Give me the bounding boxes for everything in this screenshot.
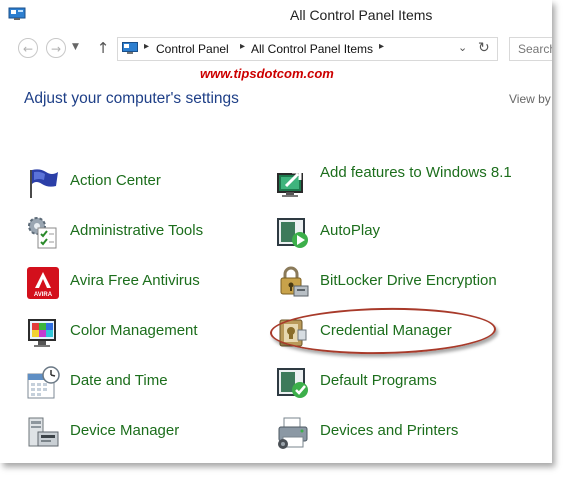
page-title: Adjust your computer's settings <box>24 90 239 107</box>
bitlocker-icon <box>280 266 309 297</box>
refresh-icon[interactable]: ↻ <box>478 40 494 56</box>
item-label: BitLocker Drive Encryption <box>320 272 497 289</box>
calendar-clock-icon <box>27 366 60 399</box>
item-autoplay[interactable]: AutoPlay <box>276 216 516 256</box>
window-title: All Control Panel Items <box>290 7 433 23</box>
printer-icon <box>278 417 308 449</box>
svg-text:AVIRA: AVIRA <box>34 292 53 298</box>
address-bar[interactable]: ▸ Control Panel ▸ All Control Panel Item… <box>117 37 498 61</box>
color-management-icon <box>28 319 56 347</box>
breadcrumb-control-panel[interactable]: Control Panel <box>156 42 229 56</box>
admin-tools-icon <box>28 217 57 249</box>
item-administrative-tools[interactable]: Administrative Tools <box>26 216 246 256</box>
item-label: Add features to Windows 8.1 <box>320 164 512 181</box>
item-label: Action Center <box>70 172 161 189</box>
item-label: Color Management <box>70 322 198 339</box>
item-device-manager[interactable]: Device Manager <box>26 416 246 456</box>
control-panel-window: All Control Panel Items ← → ▼ ↑ ▸ Contro… <box>0 0 552 463</box>
autoplay-icon <box>277 218 308 248</box>
chevron-right-icon[interactable]: ▸ <box>144 41 149 52</box>
item-devices-and-printers[interactable]: Devices and Printers <box>276 416 516 456</box>
item-color-management[interactable]: Color Management <box>26 316 246 356</box>
address-row: ← → ▼ ↑ ▸ Control Panel ▸ All Control Pa… <box>0 34 552 64</box>
item-label: Device Manager <box>70 422 180 439</box>
item-label: AutoPlay <box>320 222 381 239</box>
add-features-icon <box>277 170 303 197</box>
view-by-label[interactable]: View by <box>509 92 551 106</box>
item-label: Avira Free Antivirus <box>70 272 200 289</box>
item-label: Administrative Tools <box>70 222 204 239</box>
control-panel-icon <box>8 7 26 20</box>
avira-icon: AVIRA <box>27 267 59 299</box>
flag-icon <box>30 169 58 198</box>
back-button[interactable]: ← <box>18 38 38 58</box>
forward-button[interactable]: → <box>46 38 66 58</box>
item-default-programs[interactable]: Default Programs <box>276 366 516 406</box>
item-date-and-time[interactable]: Date and Time <box>26 366 246 406</box>
control-panel-small-icon <box>122 42 138 54</box>
up-button[interactable]: ↑ <box>96 38 110 58</box>
device-manager-icon <box>28 417 59 447</box>
chevron-right-icon[interactable]: ▸ <box>379 41 384 52</box>
breadcrumb-all-items[interactable]: All Control Panel Items <box>251 42 373 56</box>
title-bar: All Control Panel Items <box>0 0 552 32</box>
item-action-center[interactable]: Action Center <box>26 166 246 206</box>
item-label: Date and Time <box>70 372 168 389</box>
watermark: www.tipsdotcom.com <box>200 66 334 81</box>
item-label: Devices and Printers <box>320 422 459 439</box>
item-add-features[interactable]: Add features to Windows 8.1 <box>276 164 516 206</box>
search-input[interactable]: Search <box>509 37 552 61</box>
item-label: Default Programs <box>320 372 437 389</box>
default-programs-icon <box>277 368 308 398</box>
item-bitlocker[interactable]: BitLocker Drive Encryption <box>276 266 536 306</box>
chevron-right-icon[interactable]: ▸ <box>240 41 245 52</box>
item-avira-free-antivirus[interactable]: AVIRA Avira Free Antivirus <box>26 266 246 306</box>
address-dropdown-icon[interactable]: ⌄ <box>458 41 472 54</box>
recent-locations-icon[interactable]: ▼ <box>72 42 79 52</box>
